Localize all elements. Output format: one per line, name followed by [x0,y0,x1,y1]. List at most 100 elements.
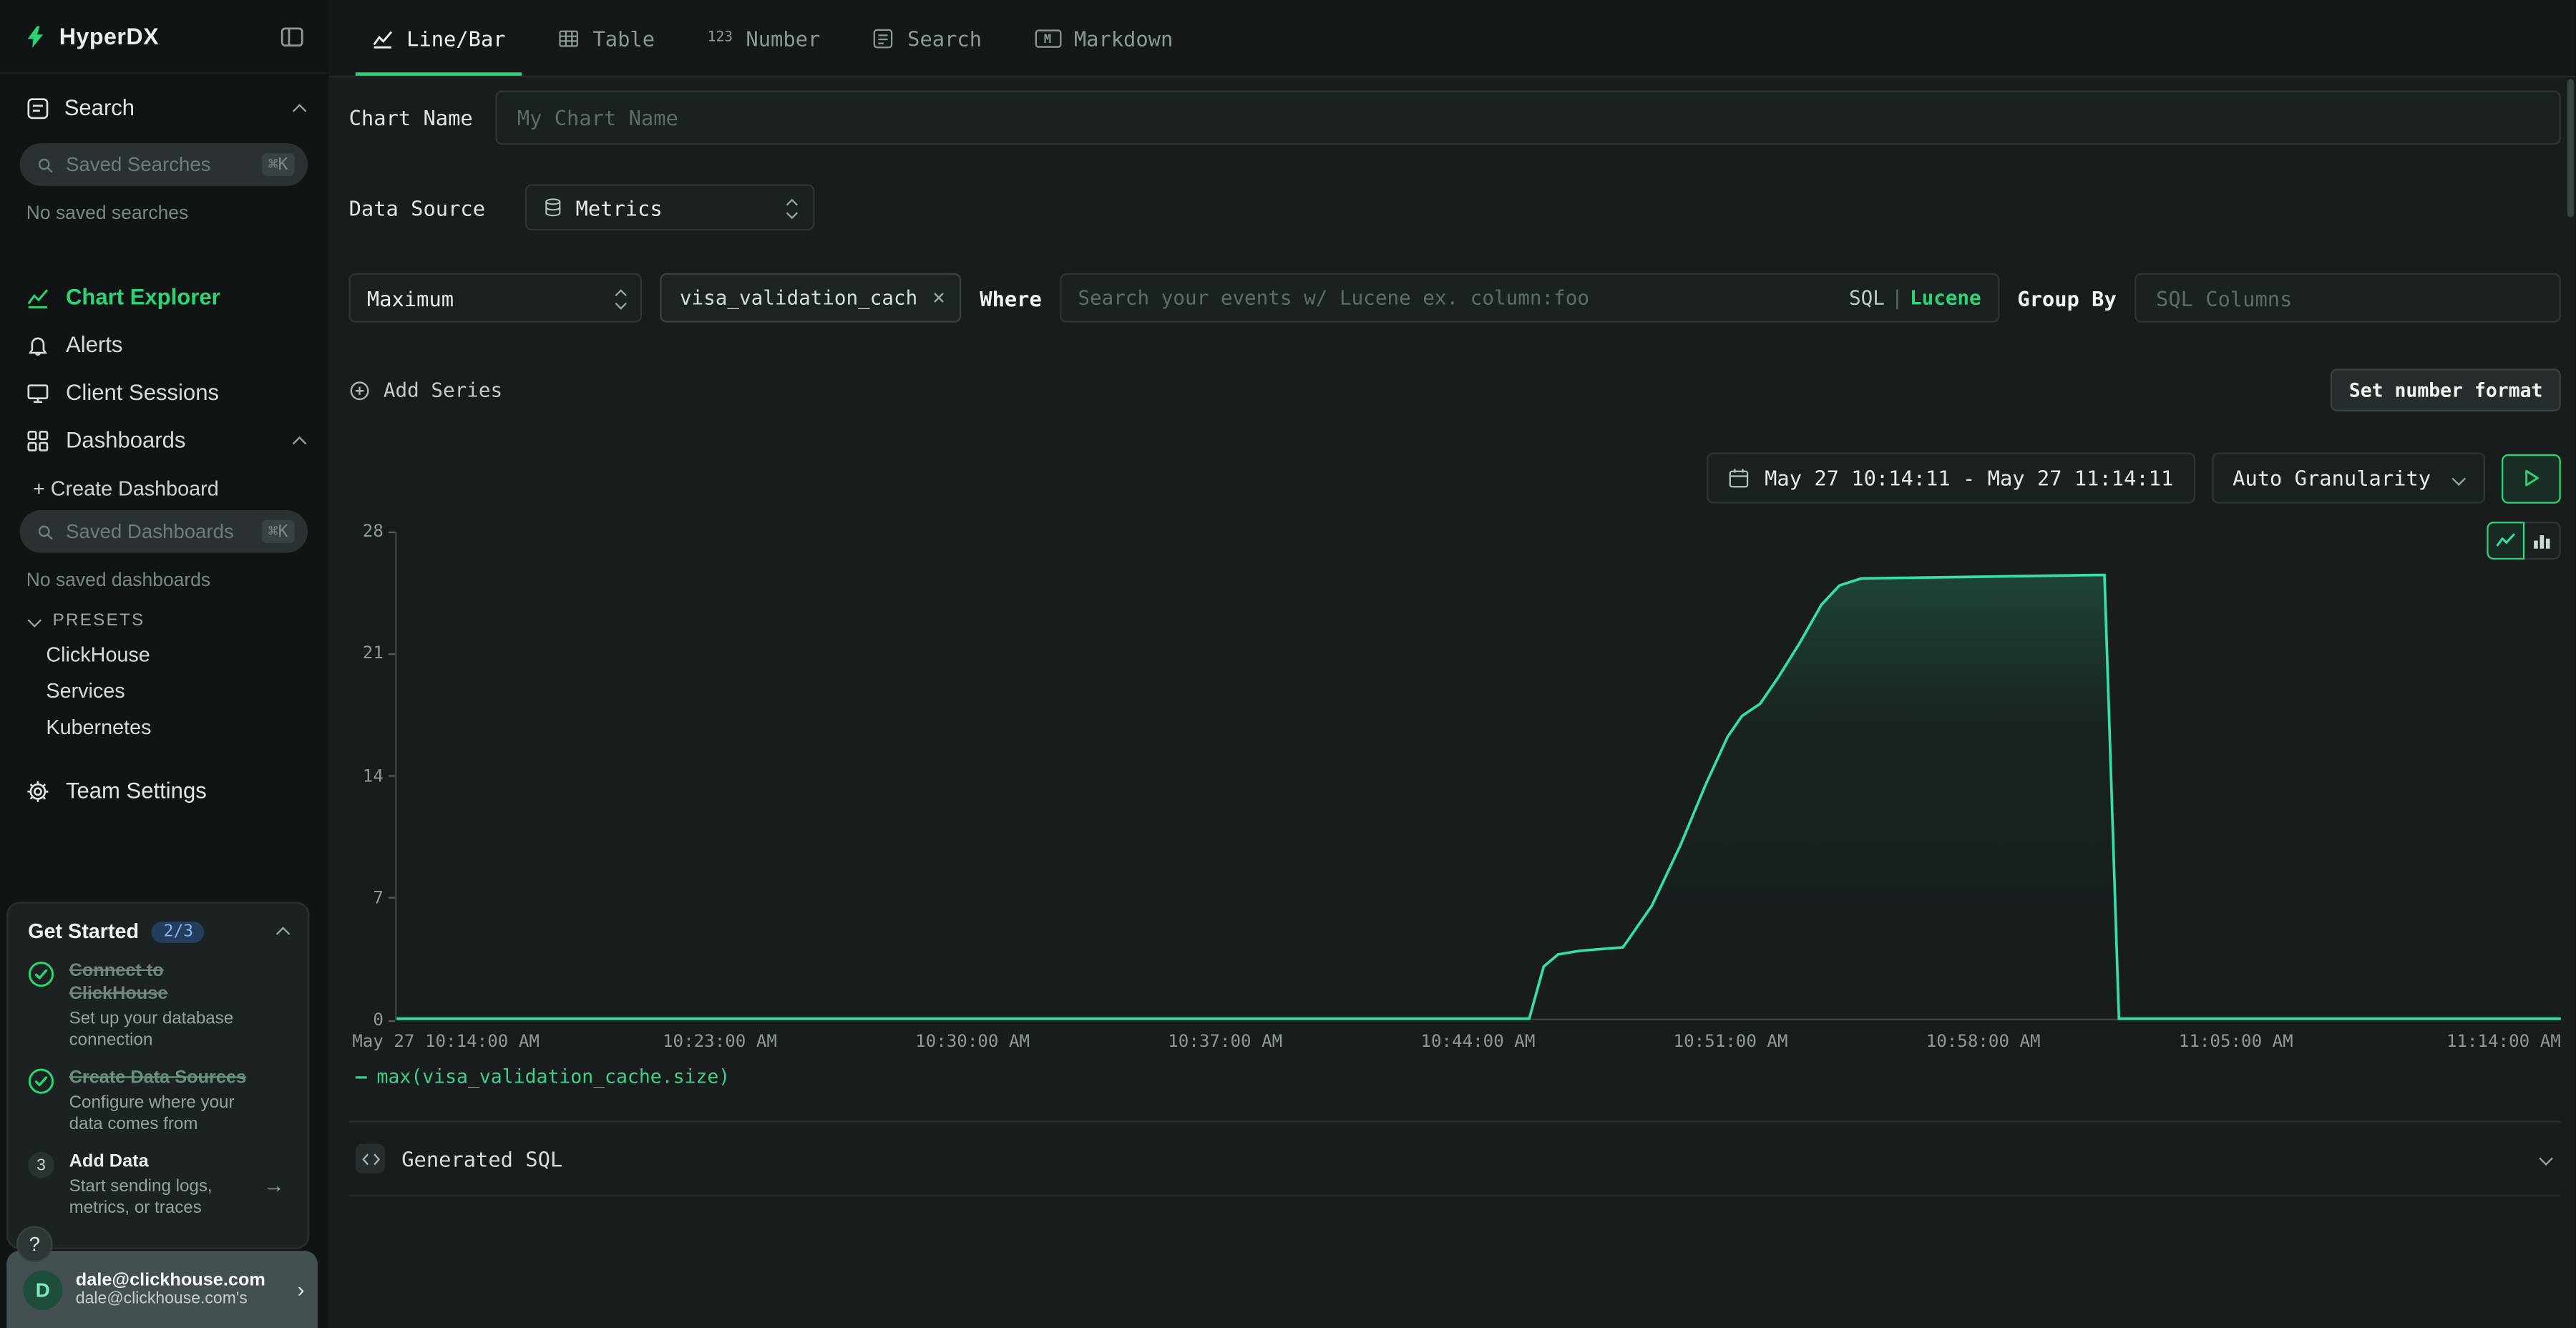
x-tick-label: 10:37:00 AM [1168,1032,1282,1052]
get-started-header[interactable]: Get Started 2/3 [28,920,288,943]
tab-markdown[interactable]: M Markdown [1011,0,1196,76]
shortcut-badge: ⌘K [262,520,295,543]
create-dashboard-button[interactable]: + Create Dashboard [0,464,328,504]
chevron-down-icon [28,613,42,628]
where-placeholder: Search your events w/ Lucene ex. column:… [1078,286,1835,309]
chart-type-tabbar: Line/Bar Table 123 Number Search M Markd… [329,0,2576,77]
search-icon [36,155,54,173]
tab-label: Search [907,26,982,51]
plot-area[interactable] [395,532,2561,1020]
no-saved-searches-note: No saved searches [0,186,328,224]
select-chevrons-icon [789,198,796,216]
legend-series-name: max(visa_validation_cache.size) [377,1065,731,1088]
chevron-up-icon[interactable] [293,436,307,450]
get-started-step-add-data[interactable]: 3 Add Data Start sending logs, metrics, … [28,1151,288,1220]
get-started-step-connect[interactable]: Connect to ClickHouse Set up your databa… [28,960,288,1052]
chart-legend[interactable]: — max(visa_validation_cache.size) [356,1065,730,1088]
nav-label: Dashboards [66,428,185,453]
arrow-right-icon[interactable]: → [263,1173,285,1198]
sidebar-collapse-icon[interactable] [280,24,305,49]
lucene-toggle[interactable]: Lucene [1910,286,1981,309]
check-circle-icon [28,961,54,987]
presets-toggle[interactable]: PRESETS [0,591,328,637]
sidebar-item-dashboards[interactable]: Dashboards [0,416,328,464]
chevron-up-icon[interactable] [293,103,307,117]
tab-search[interactable]: Search [850,0,1005,76]
shortcut-badge: ⌘K [262,153,295,176]
chart-name-label: Chart Name [349,105,473,130]
chevron-up-icon[interactable] [276,927,291,941]
sidebar-section-search[interactable]: Search [0,74,328,137]
y-axis: 07142128 [349,532,395,1020]
remove-metric-button[interactable]: × [932,287,945,308]
step-subtitle: Start sending logs, metrics, or traces [69,1177,263,1220]
logo-bolt-icon [23,24,47,49]
tab-line-bar[interactable]: Line/Bar [349,0,529,76]
progress-badge: 2/3 [152,921,205,942]
tab-table[interactable]: Table [535,0,678,76]
sidebar-item-client-sessions[interactable]: Client Sessions [0,368,328,416]
nav-label: Alerts [66,333,122,358]
tab-number[interactable]: 123 Number [684,0,843,76]
step-number-badge: 3 [28,1152,54,1178]
get-started-step-sources[interactable]: Create Data Sources Configure where your… [28,1066,288,1136]
add-series-label: Add Series [384,379,502,401]
add-series-button[interactable]: Add Series [349,379,502,401]
where-input[interactable]: Search your events w/ Lucene ex. column:… [1060,273,1999,323]
avatar: D [23,1269,62,1309]
bell-icon [26,333,49,356]
help-button[interactable]: ? [16,1226,53,1263]
granularity-value: Auto Granularity [2233,466,2431,491]
hyperdx-app: HyperDX Search Saved Searches ⌘K No save… [0,0,2576,1328]
set-number-format-button[interactable]: Set number format [2331,368,2560,411]
no-saved-dashboards-note: No saved dashboards [0,553,328,591]
scrollbar-thumb[interactable] [2567,79,2574,217]
saved-dashboards-input[interactable]: Saved Dashboards ⌘K [20,510,308,553]
chart-name-input[interactable] [496,91,2561,145]
play-icon [2524,469,2539,487]
saved-searches-input[interactable]: Saved Searches ⌘K [20,143,308,186]
group-by-input[interactable] [2135,273,2561,323]
step-title: Connect to ClickHouse [69,960,263,1005]
search-icon [36,522,54,540]
x-axis: May 27 10:14:00 AM10:23:00 AM10:30:00 AM… [395,1029,2561,1054]
presets-label: PRESETS [53,610,145,630]
date-range-picker[interactable]: May 27 10:14:11 - May 27 11:14:11 [1707,453,2195,504]
chevron-down-icon[interactable] [2539,1151,2553,1166]
chevron-down-icon [2451,471,2466,485]
search-results-icon [873,27,894,49]
chart-mode-toggles [2487,522,2560,560]
run-query-button[interactable] [2502,454,2561,503]
data-source-value: Metrics [576,195,663,220]
preset-kubernetes[interactable]: Kubernetes [0,709,328,746]
sidebar-item-alerts[interactable]: Alerts [0,321,328,369]
sidebar-item-chart-explorer[interactable]: Chart Explorer [0,273,328,321]
granularity-select[interactable]: Auto Granularity [2211,453,2485,504]
x-tick-label: 10:30:00 AM [915,1032,1030,1052]
aggregation-select[interactable]: Maximum [349,273,642,323]
x-tick-label: 10:51:00 AM [1674,1032,1788,1052]
x-tick-label: 10:58:00 AM [1926,1032,2041,1052]
preset-clickhouse[interactable]: ClickHouse [0,637,328,673]
step-subtitle: Set up your database connection [69,1009,263,1052]
tab-label: Table [593,26,655,51]
user-email: dale@clickhouse.com [76,1271,284,1291]
gear-icon [26,779,49,802]
sidebar-item-team-settings[interactable]: Team Settings [0,746,328,816]
search-section-label: Search [64,95,135,120]
bar-chart-toggle-button[interactable] [2523,522,2561,560]
chart-builder: Chart Name Data Source Metrics Maximum [329,77,2576,1328]
metric-chip[interactable]: visa_validation_cach × [660,273,962,323]
user-menu[interactable]: D dale@clickhouse.com dale@clickhouse.co… [6,1251,318,1328]
metric-chip-label: visa_validation_cach [680,286,917,309]
step-title: Create Data Sources [69,1066,263,1089]
sql-toggle[interactable]: SQL [1849,286,1885,309]
hyperdx-logo[interactable]: HyperDX [23,23,159,49]
line-chart-icon [372,27,394,49]
line-chart-toggle-button[interactable] [2487,522,2524,560]
preset-services[interactable]: Services [0,673,328,710]
data-source-select[interactable]: Metrics [525,185,814,230]
generated-sql-section[interactable]: Generated SQL [349,1120,2561,1196]
nav-label: Chart Explorer [66,285,220,310]
line-series [396,532,2560,1019]
